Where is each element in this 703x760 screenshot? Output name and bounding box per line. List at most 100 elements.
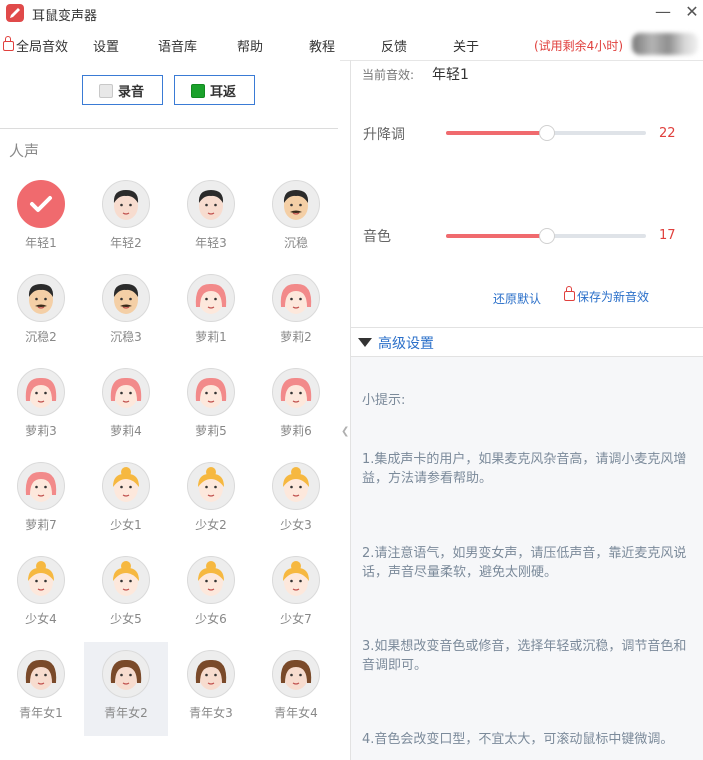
current-effect-value: 年轻1 xyxy=(432,67,469,83)
voice-item[interactable]: 青年女4 xyxy=(254,642,338,736)
voice-avatar-icon xyxy=(272,462,320,510)
voice-item[interactable]: 萝莉7 xyxy=(0,454,83,548)
voice-avatar-icon xyxy=(272,556,320,604)
timbre-value: 17 xyxy=(659,228,676,243)
voice-item[interactable]: 少女5 xyxy=(84,548,168,642)
monitor-label: 耳返 xyxy=(210,85,237,100)
voice-avatar-icon xyxy=(102,650,150,698)
voice-avatar-icon xyxy=(187,462,235,510)
title-bar: 耳鼠变声器 — ✕ xyxy=(0,0,703,26)
voice-item[interactable]: 萝莉2 xyxy=(254,266,338,360)
menu-help[interactable]: 帮助 xyxy=(237,36,263,55)
voice-label: 青年女1 xyxy=(19,706,63,720)
save-effect-link[interactable]: 保存为新音效 xyxy=(564,286,650,305)
menu-tutorial[interactable]: 教程 xyxy=(309,36,335,55)
timbre-slider[interactable] xyxy=(446,228,646,244)
menu-global-effects[interactable]: 全局音效 xyxy=(3,36,68,55)
menu-voice-library[interactable]: 语音库 xyxy=(158,36,197,55)
voice-item[interactable]: 萝莉3 xyxy=(0,360,83,454)
voice-avatar-icon xyxy=(272,274,320,322)
voice-label: 少女1 xyxy=(110,518,142,532)
voice-item[interactable]: 少女1 xyxy=(84,454,168,548)
triangle-down-icon xyxy=(358,338,372,347)
voice-avatar-icon xyxy=(187,368,235,416)
tip-item: 1.集成声卡的用户，如果麦克风杂音高，请调小麦克风增益，方法请参看帮助。 xyxy=(362,452,687,486)
voice-label: 青年女2 xyxy=(104,706,148,720)
save-effect-label: 保存为新音效 xyxy=(577,290,650,304)
voice-item[interactable]: 年轻1 xyxy=(0,172,83,266)
voice-avatar-icon xyxy=(187,180,235,228)
timbre-slider-handle[interactable] xyxy=(539,228,555,244)
close-button[interactable]: ✕ xyxy=(681,2,703,22)
voice-item[interactable]: 萝莉5 xyxy=(169,360,253,454)
voice-label: 萝莉2 xyxy=(280,330,312,344)
menu-settings[interactable]: 设置 xyxy=(93,36,119,55)
voice-item[interactable]: 沉稳2 xyxy=(0,266,83,360)
user-avatar[interactable] xyxy=(632,33,698,55)
voice-avatar-icon xyxy=(102,274,150,322)
voice-avatar-icon xyxy=(187,556,235,604)
voice-item[interactable]: 少女2 xyxy=(169,454,253,548)
voice-avatar-icon xyxy=(272,650,320,698)
voice-item[interactable]: 萝莉6 xyxy=(254,360,338,454)
divider xyxy=(0,128,338,129)
monitor-button[interactable]: 耳返 xyxy=(174,75,255,105)
voice-item[interactable]: 少女6 xyxy=(169,548,253,642)
voice-label: 青年女4 xyxy=(274,706,318,720)
timbre-label: 音色 xyxy=(363,229,391,245)
voice-label: 少女6 xyxy=(195,612,227,626)
voice-label: 沉稳3 xyxy=(110,330,142,344)
reset-default-link[interactable]: 还原默认 xyxy=(493,290,541,307)
voice-item[interactable]: 少女7 xyxy=(254,548,338,642)
voice-avatar-icon xyxy=(102,368,150,416)
pitch-slider-handle[interactable] xyxy=(539,125,555,141)
voice-label: 少女2 xyxy=(195,518,227,532)
voice-label: 沉稳2 xyxy=(25,330,57,344)
voice-avatar-icon xyxy=(17,556,65,604)
voice-item[interactable]: 沉稳3 xyxy=(84,266,168,360)
voice-avatar-icon xyxy=(17,274,65,322)
voice-item[interactable]: 年轻3 xyxy=(169,172,253,266)
menu-feedback[interactable]: 反馈 xyxy=(381,36,407,55)
menu-about[interactable]: 关于 xyxy=(453,36,479,55)
voice-label: 年轻1 xyxy=(25,236,57,250)
voice-item[interactable]: 少女3 xyxy=(254,454,338,548)
voice-label: 萝莉7 xyxy=(25,518,57,532)
voice-label: 萝莉3 xyxy=(25,424,57,438)
record-icon xyxy=(99,84,113,98)
voice-item[interactable]: 萝莉1 xyxy=(169,266,253,360)
voice-item[interactable]: 沉稳 xyxy=(254,172,338,266)
trial-remaining: (试用剩余4小时) xyxy=(534,39,623,53)
tips-heading: 小提示: xyxy=(362,393,406,408)
tip-item: 2.请注意语气，如男变女声，请压低声音，靠近麦克风说话，声音尽量柔软，避免太刚硬… xyxy=(362,546,687,580)
voice-label: 少女5 xyxy=(110,612,142,626)
voice-avatar-icon xyxy=(187,650,235,698)
voice-item[interactable]: 年轻2 xyxy=(84,172,168,266)
voice-item[interactable]: 青年女2 xyxy=(84,642,168,736)
pitch-slider-fill xyxy=(446,131,546,135)
voice-avatar-icon xyxy=(17,650,65,698)
voice-item[interactable]: 萝莉4 xyxy=(84,360,168,454)
collapse-arrow-icon[interactable]: ❮ xyxy=(341,424,349,440)
voice-avatar-icon xyxy=(17,368,65,416)
record-label: 录音 xyxy=(118,85,145,100)
advanced-title: 高级设置 xyxy=(378,336,434,352)
voice-avatar-icon xyxy=(272,180,320,228)
voice-item[interactable]: 少女4 xyxy=(0,548,83,642)
pitch-label: 升降调 xyxy=(363,127,405,143)
monitor-icon xyxy=(191,84,205,98)
advanced-settings-toggle[interactable]: 高级设置 xyxy=(358,333,434,353)
record-button[interactable]: 录音 xyxy=(82,75,163,105)
voice-label: 年轻3 xyxy=(195,236,227,250)
check-icon xyxy=(17,180,65,228)
voice-label: 萝莉4 xyxy=(110,424,142,438)
voice-label: 萝莉6 xyxy=(280,424,312,438)
voice-label: 少女3 xyxy=(280,518,312,532)
menu-label: 全局音效 xyxy=(16,40,69,55)
voice-item[interactable]: 青年女3 xyxy=(169,642,253,736)
minimize-button[interactable]: — xyxy=(652,2,674,22)
pitch-slider[interactable] xyxy=(446,125,646,141)
voice-avatar-icon xyxy=(102,180,150,228)
voice-avatar-icon xyxy=(272,368,320,416)
voice-item[interactable]: 青年女1 xyxy=(0,642,83,736)
